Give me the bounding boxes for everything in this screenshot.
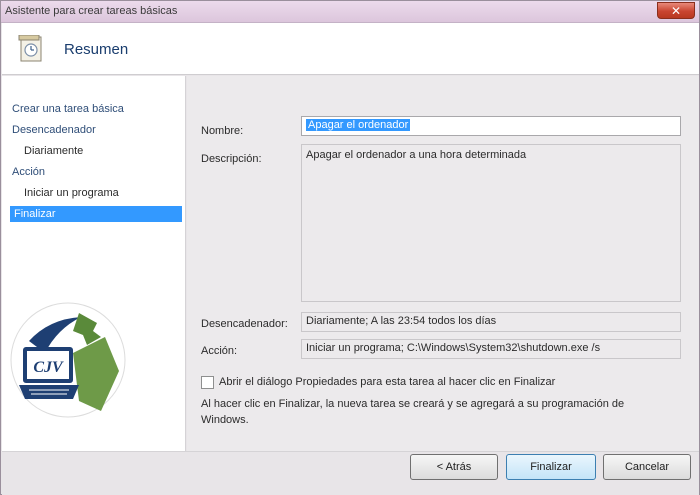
close-button[interactable]: ✕ bbox=[657, 2, 695, 19]
cjv-logo-icon: CJV bbox=[10, 302, 126, 418]
name-value: Apagar el ordenador bbox=[306, 119, 411, 131]
sidebar-item-daily[interactable]: Diariamente bbox=[24, 143, 83, 159]
trigger-label: Desencadenador: bbox=[201, 318, 288, 330]
summary-panel: Nombre: Apagar el ordenador Descripción:… bbox=[187, 76, 699, 451]
cancel-button[interactable]: Cancelar bbox=[603, 454, 691, 480]
sidebar-item-create-basic-task[interactable]: Crear una tarea básica bbox=[12, 101, 124, 117]
name-field[interactable]: Apagar el ordenador bbox=[301, 116, 681, 136]
back-button[interactable]: < Atrás bbox=[410, 454, 498, 480]
sidebar-item-trigger[interactable]: Desencadenador bbox=[12, 122, 96, 138]
description-label: Descripción: bbox=[201, 153, 262, 165]
open-properties-label[interactable]: Abrir el diálogo Propiedades para esta t… bbox=[219, 376, 555, 388]
close-icon: ✕ bbox=[670, 3, 682, 18]
finish-button[interactable]: Finalizar bbox=[506, 454, 596, 480]
open-properties-checkbox[interactable] bbox=[201, 376, 214, 389]
button-bar: < Atrás Finalizar Cancelar bbox=[2, 451, 699, 495]
action-field[interactable]: Iniciar un programa; C:\Windows\System32… bbox=[301, 339, 681, 359]
sidebar-item-finish[interactable]: Finalizar bbox=[10, 206, 182, 222]
trigger-field[interactable]: Diariamente; A las 23:54 todos los días bbox=[301, 312, 681, 332]
wizard-window: Asistente para crear tareas básicas ✕ Re… bbox=[0, 0, 700, 495]
title-bar[interactable]: Asistente para crear tareas básicas ✕ bbox=[1, 1, 699, 23]
name-label: Nombre: bbox=[201, 125, 244, 137]
logo-text: CJV bbox=[33, 359, 64, 376]
sidebar-item-action[interactable]: Acción bbox=[12, 164, 45, 180]
action-value: Iniciar un programa; C:\Windows\System32… bbox=[306, 342, 601, 354]
description-value: Apagar el ordenador a una hora determina… bbox=[306, 149, 527, 161]
task-wizard-icon bbox=[18, 35, 42, 62]
trigger-value: Diariamente; A las 23:54 todos los días bbox=[306, 315, 497, 327]
action-label: Acción: bbox=[201, 345, 238, 357]
window-title: Asistente para crear tareas básicas bbox=[5, 5, 178, 17]
finish-info-text: Al hacer clic en Finalizar, la nueva tar… bbox=[201, 398, 625, 426]
wizard-header: Resumen bbox=[2, 23, 699, 75]
page-title: Resumen bbox=[64, 41, 129, 58]
sidebar-item-start-program[interactable]: Iniciar un programa bbox=[24, 185, 119, 201]
description-field[interactable]: Apagar el ordenador a una hora determina… bbox=[301, 144, 681, 302]
